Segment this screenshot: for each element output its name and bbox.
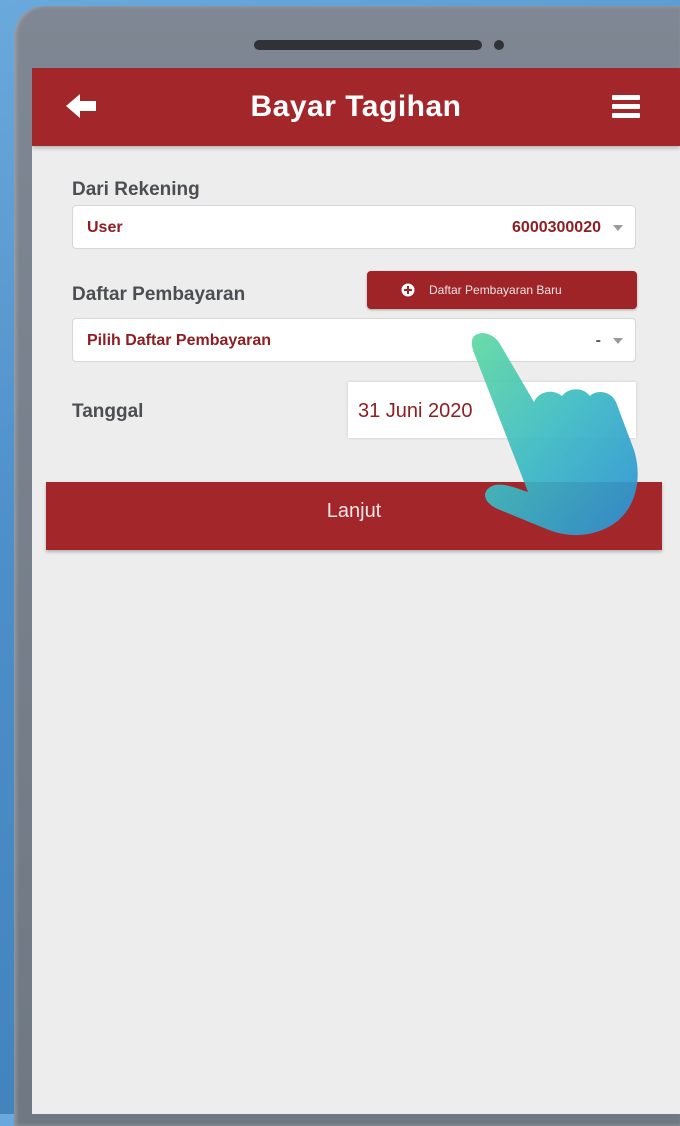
page-title: Bayar Tagihan <box>250 90 462 123</box>
account-name: User <box>87 219 123 236</box>
date-label: Tanggal <box>72 401 144 422</box>
new-payment-list-button[interactable]: Daftar Pembayaran Baru <box>367 271 637 309</box>
pointing-hand-icon <box>472 333 638 535</box>
account-number: 6000300020 <box>512 219 601 236</box>
phone-speaker <box>254 40 482 50</box>
payment-list-label: Daftar Pembayaran <box>72 284 246 305</box>
date-value: 31 Juni 2020 <box>358 400 473 422</box>
app-screen: Bayar Tagihan Dari Rekening User 6000300… <box>32 68 680 1114</box>
plus-circle-icon <box>401 283 415 297</box>
chevron-down-icon <box>613 225 623 231</box>
top-bar: Bayar Tagihan <box>32 68 680 146</box>
phone-camera <box>494 40 504 50</box>
hamburger-menu-icon[interactable] <box>612 95 640 119</box>
from-account-select[interactable]: User 6000300020 <box>72 205 636 249</box>
from-account-label: Dari Rekening <box>72 179 200 200</box>
payment-list-placeholder: Pilih Daftar Pembayaran <box>87 332 272 349</box>
new-payment-list-label: Daftar Pembayaran Baru <box>429 283 562 297</box>
